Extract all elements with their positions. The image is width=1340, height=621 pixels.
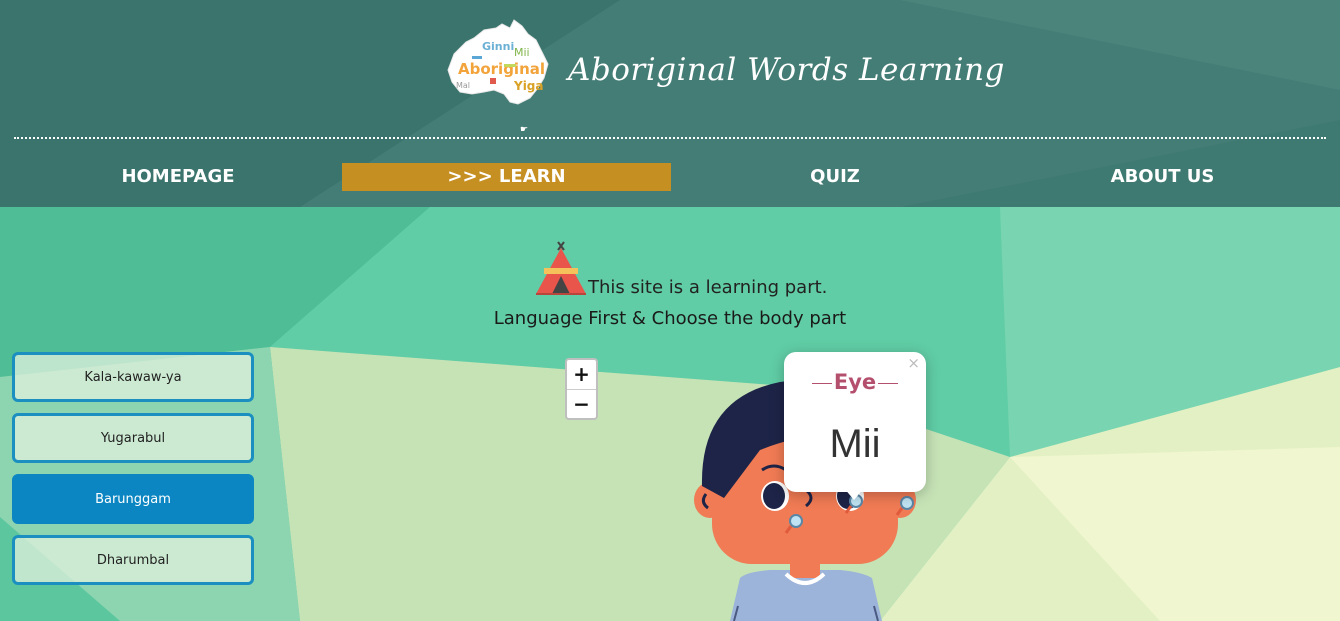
site-header: Ginni Aboriginal Mii Yiga Mal Aboriginal… <box>0 0 1340 207</box>
body-part-label: Eye <box>833 370 877 394</box>
site-title: Aboriginal Words Learning <box>568 52 1005 88</box>
nav-about-us[interactable]: ABOUT US <box>999 163 1326 191</box>
pin-icon[interactable] <box>784 512 804 536</box>
language-dharumbal[interactable]: Dharumbal <box>12 535 254 585</box>
svg-text:Mii: Mii <box>514 46 530 59</box>
intro-text: This site is a learning part. <box>588 277 828 298</box>
zoom-out-button[interactable]: − <box>567 389 596 418</box>
pin-icon[interactable] <box>895 494 915 518</box>
svg-text:Yiga: Yiga <box>513 79 544 93</box>
nav-learn[interactable]: >>> LEARN <box>342 163 671 191</box>
popup-body-part: Eye <box>784 370 926 394</box>
word-popup: × Eye Mii <box>784 352 926 500</box>
svg-text:Mal: Mal <box>456 81 470 90</box>
popup-tip <box>844 488 864 500</box>
language-kala-kawaw-ya[interactable]: Kala-kawaw-ya <box>12 352 254 402</box>
svg-text:Ginni: Ginni <box>482 40 514 53</box>
nav-quiz[interactable]: QUIZ <box>671 163 999 191</box>
australia-logo[interactable]: Ginni Aboriginal Mii Yiga Mal <box>444 16 560 116</box>
main-navigation: HOMEPAGE >>> LEARN QUIZ ABOUT US <box>14 163 1326 193</box>
instruction-text: Language First & Choose the body part <box>493 308 847 329</box>
svg-text:Aboriginal: Aboriginal <box>458 60 545 78</box>
zoom-control: + − <box>565 358 598 420</box>
divider-line <box>878 382 899 384</box>
popup-word: Mii <box>829 422 881 466</box>
language-barunggam[interactable]: Barunggam <box>12 474 254 524</box>
divider-line <box>811 382 832 384</box>
header-divider <box>14 137 1326 139</box>
tipi-icon <box>536 241 586 295</box>
language-yugarabul[interactable]: Yugarabul <box>12 413 254 463</box>
cursor-marker-icon: ☛ <box>520 124 529 134</box>
zoom-in-button[interactable]: + <box>567 360 596 389</box>
nav-homepage[interactable]: HOMEPAGE <box>14 163 342 191</box>
